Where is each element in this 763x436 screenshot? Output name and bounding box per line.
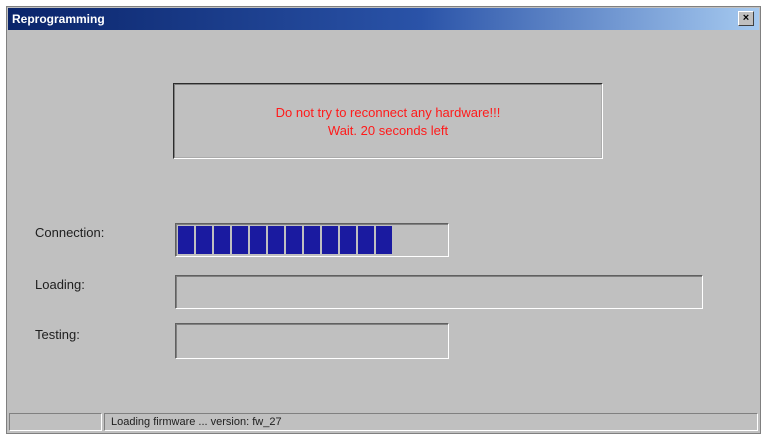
- testing-label: Testing:: [35, 327, 80, 342]
- close-button[interactable]: ×: [738, 11, 754, 26]
- reprogramming-dialog: Reprogramming × Do not try to reconnect …: [6, 6, 761, 434]
- loading-label: Loading:: [35, 277, 85, 292]
- progress-segment: [232, 226, 248, 254]
- window-title: Reprogramming: [12, 12, 105, 26]
- progress-segment: [178, 226, 194, 254]
- progress-segment: [250, 226, 266, 254]
- status-message: Loading firmware ... version: fw_27: [111, 416, 282, 428]
- progress-segment: [376, 226, 392, 254]
- warning-message-line1: Do not try to reconnect any hardware!!!: [275, 105, 501, 120]
- progress-segment: [286, 226, 302, 254]
- connection-progress-fill: [178, 226, 392, 254]
- status-bar: Loading firmware ... version: fw_27: [8, 412, 759, 432]
- progress-segment: [340, 226, 356, 254]
- progress-segment: [322, 226, 338, 254]
- connection-label: Connection:: [35, 225, 105, 240]
- progress-segment: [214, 226, 230, 254]
- progress-segment: [268, 226, 284, 254]
- progress-segment: [304, 226, 320, 254]
- status-pane-left: [9, 413, 102, 431]
- countdown-message: Wait. 20 seconds left: [327, 123, 449, 138]
- progress-segment: [358, 226, 374, 254]
- status-pane-message: Loading firmware ... version: fw_27: [104, 413, 758, 431]
- connection-progress-bar: [175, 223, 449, 257]
- title-bar[interactable]: Reprogramming ×: [8, 8, 759, 30]
- warning-message-box: Do not try to reconnect any hardware!!! …: [173, 83, 603, 159]
- testing-progress-bar: [175, 323, 449, 359]
- loading-progress-bar: [175, 275, 703, 309]
- progress-segment: [196, 226, 212, 254]
